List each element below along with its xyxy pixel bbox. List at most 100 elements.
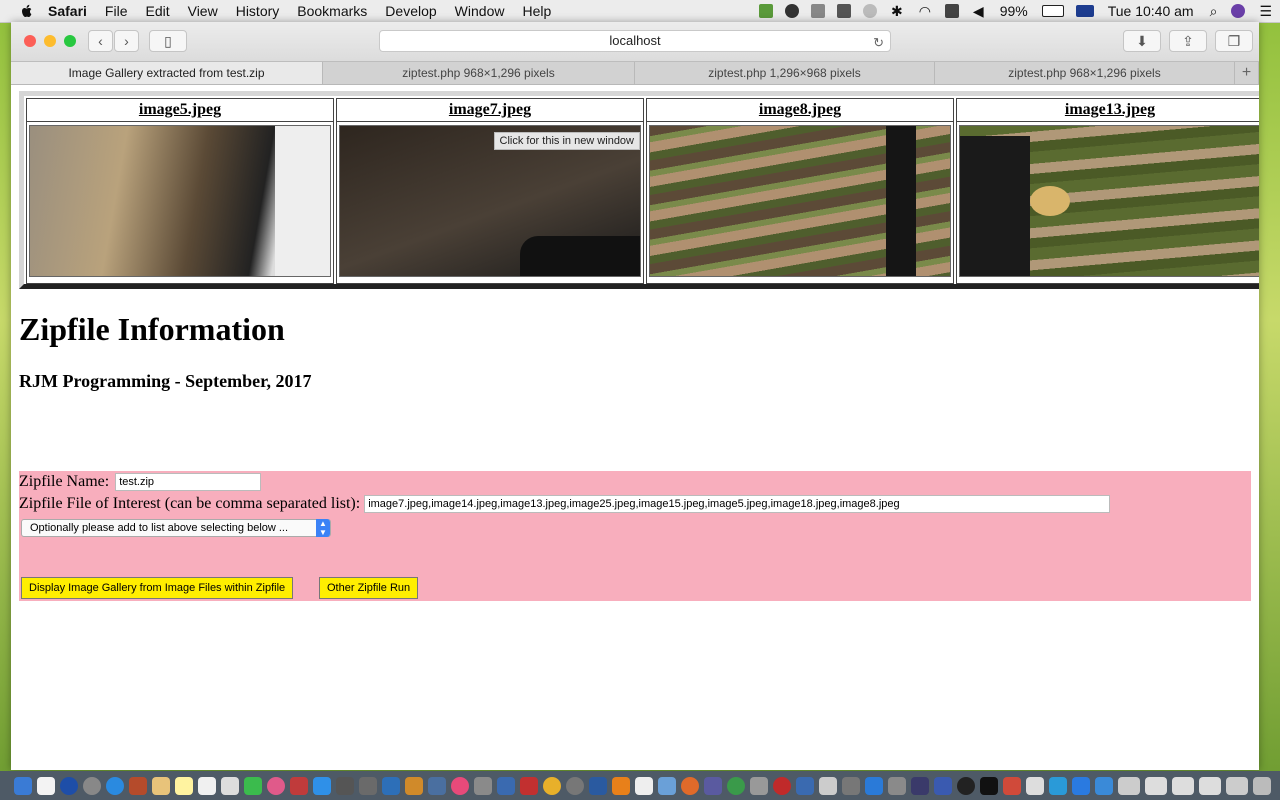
- trash-icon[interactable]: [1253, 776, 1271, 795]
- utility-icon[interactable]: [359, 776, 377, 795]
- textedit-icon[interactable]: [635, 776, 653, 795]
- app-store-icon[interactable]: [313, 776, 331, 795]
- app-icon[interactable]: [1095, 776, 1113, 795]
- menu-file[interactable]: File: [105, 3, 128, 19]
- minimized-window-icon[interactable]: [1118, 776, 1140, 795]
- zipfile-interest-input[interactable]: [364, 495, 1111, 513]
- app-icon[interactable]: [566, 776, 584, 795]
- app-icon[interactable]: [934, 776, 952, 795]
- network-icon[interactable]: [497, 776, 515, 795]
- back-button[interactable]: ‹: [88, 30, 113, 52]
- contacts-icon[interactable]: [152, 776, 170, 795]
- vlc-icon[interactable]: [612, 776, 630, 795]
- minimize-window-icon[interactable]: [44, 35, 56, 47]
- downloads-button[interactable]: ⬇: [1123, 30, 1161, 52]
- battery-icon[interactable]: [1041, 5, 1064, 17]
- share-button[interactable]: ⇪: [1169, 30, 1207, 52]
- gallery-image-title[interactable]: image8.jpeg: [647, 99, 953, 122]
- reminders-icon[interactable]: [221, 776, 239, 795]
- chrome-icon[interactable]: [543, 776, 561, 795]
- app-icon[interactable]: [1049, 776, 1067, 795]
- filezilla-icon[interactable]: [520, 776, 538, 795]
- finder-icon[interactable]: [14, 776, 32, 795]
- photos-icon[interactable]: [267, 776, 285, 795]
- siri-icon[interactable]: [1231, 4, 1246, 18]
- new-tab-button[interactable]: +: [1235, 62, 1259, 84]
- photo-app-icon[interactable]: [290, 776, 308, 795]
- other-zipfile-run-button[interactable]: Other Zipfile Run: [319, 577, 419, 599]
- php-icon[interactable]: [704, 776, 722, 795]
- gallery-image-thumbnail[interactable]: Click for this in new window: [339, 125, 641, 277]
- android-icon[interactable]: [727, 776, 745, 795]
- gallery-image-thumbnail[interactable]: [29, 125, 331, 277]
- volume-icon[interactable]: ◀: [973, 3, 984, 20]
- menu-view[interactable]: View: [188, 3, 218, 19]
- mail-icon[interactable]: [428, 776, 446, 795]
- tab-ziptest-3[interactable]: ziptest.php 968×1,296 pixels: [935, 62, 1235, 84]
- gallery-image-title[interactable]: image7.jpeg: [337, 99, 643, 122]
- tab-ziptest-1[interactable]: ziptest.php 968×1,296 pixels: [323, 62, 635, 84]
- flag-icon[interactable]: [1075, 5, 1094, 17]
- menu-help[interactable]: Help: [522, 3, 551, 19]
- itunes-icon[interactable]: [451, 776, 469, 795]
- menu-window[interactable]: Window: [455, 3, 505, 19]
- menu-edit[interactable]: Edit: [145, 3, 169, 19]
- firefox-icon[interactable]: [681, 776, 699, 795]
- messages-icon[interactable]: [244, 776, 262, 795]
- display-gallery-button[interactable]: Display Image Gallery from Image Files w…: [21, 577, 294, 599]
- gallery-image-title[interactable]: image5.jpeg: [27, 99, 333, 122]
- opera-icon[interactable]: [773, 776, 791, 795]
- minimized-window-icon[interactable]: [1226, 776, 1248, 795]
- notification-center-icon[interactable]: ☰: [1259, 3, 1272, 20]
- apple-icon[interactable]: [18, 3, 36, 19]
- droplet-icon[interactable]: [1026, 776, 1044, 795]
- forward-button[interactable]: ›: [114, 30, 139, 52]
- tab-ziptest-2[interactable]: ziptest.php 1,296×968 pixels: [635, 62, 935, 84]
- airplay-icon[interactable]: [944, 4, 959, 18]
- xcode-icon[interactable]: [382, 776, 400, 795]
- safari-icon[interactable]: [106, 776, 124, 795]
- cube-icon[interactable]: [658, 776, 676, 795]
- app-icon[interactable]: [750, 776, 768, 795]
- app-icon[interactable]: [888, 776, 906, 795]
- github-icon[interactable]: [957, 776, 975, 795]
- menu-history[interactable]: History: [236, 3, 280, 19]
- menu-bookmarks[interactable]: Bookmarks: [297, 3, 367, 19]
- address-bar[interactable]: localhost ↻: [379, 30, 891, 52]
- app-icon[interactable]: [911, 776, 929, 795]
- menu-clock[interactable]: Tue 10:40 am: [1108, 3, 1194, 19]
- terminal-icon[interactable]: [474, 776, 492, 795]
- download-status-icon[interactable]: [758, 4, 773, 18]
- menu-develop[interactable]: Develop: [385, 3, 436, 19]
- tab-image-gallery[interactable]: Image Gallery extracted from test.zip: [11, 62, 323, 84]
- minimized-window-icon[interactable]: [1145, 776, 1167, 795]
- tools-icon[interactable]: [784, 4, 799, 18]
- help-icon[interactable]: [819, 776, 837, 795]
- siri-dock-icon[interactable]: [60, 776, 78, 795]
- bluetooth-icon[interactable]: ✱: [891, 3, 903, 20]
- photo-booth-icon[interactable]: [129, 776, 147, 795]
- signal-icon[interactable]: [810, 4, 825, 18]
- preview-icon[interactable]: [405, 776, 423, 795]
- zoom-window-icon[interactable]: [64, 35, 76, 47]
- app-icon[interactable]: [1003, 776, 1021, 795]
- minimized-window-icon[interactable]: [1199, 776, 1221, 795]
- close-window-icon[interactable]: [24, 35, 36, 47]
- gallery-image-title[interactable]: image13.jpeg: [957, 99, 1259, 122]
- terminal-app-icon[interactable]: [980, 776, 998, 795]
- spotlight-search-icon[interactable]: ⌕: [1210, 3, 1218, 20]
- folder-icon[interactable]: [1072, 776, 1090, 795]
- app-icon[interactable]: [842, 776, 860, 795]
- gallery-image-thumbnail[interactable]: [649, 125, 951, 277]
- virtualbox-icon[interactable]: [796, 776, 814, 795]
- tab-overview-button[interactable]: ❐: [1215, 30, 1253, 52]
- vscode-icon[interactable]: [865, 776, 883, 795]
- reload-icon[interactable]: ↻: [873, 33, 884, 53]
- menu-app-name[interactable]: Safari: [48, 3, 87, 19]
- calendar-icon[interactable]: [198, 776, 216, 795]
- minimized-window-icon[interactable]: [1172, 776, 1194, 795]
- time-machine-icon[interactable]: [862, 4, 877, 18]
- browser-icon[interactable]: [589, 776, 607, 795]
- wifi-icon[interactable]: ◠: [919, 3, 931, 20]
- document-icon[interactable]: [37, 776, 55, 795]
